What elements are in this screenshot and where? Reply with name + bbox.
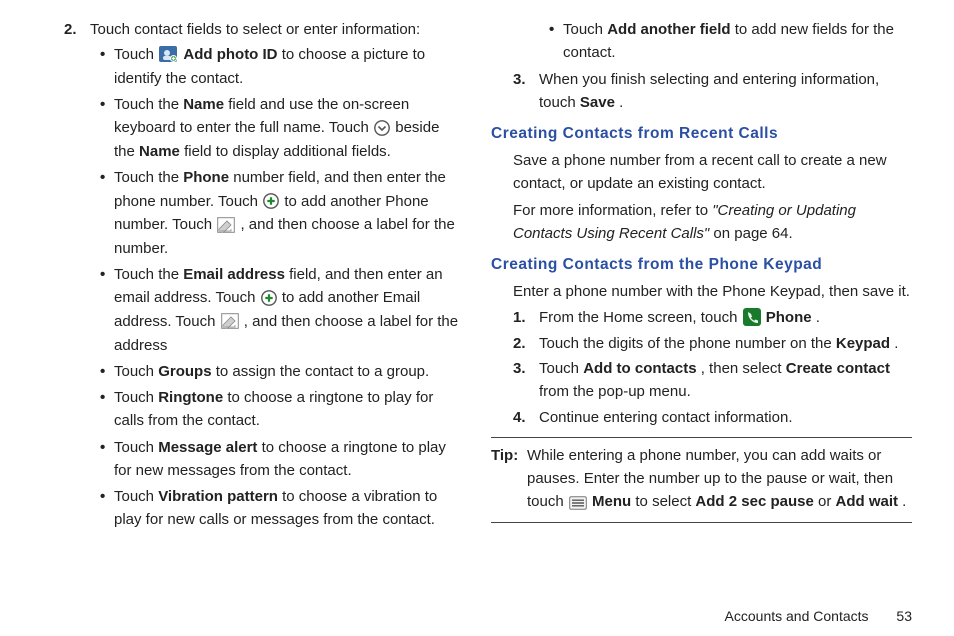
para-keypad-intro: Enter a phone number with the Phone Keyp… <box>491 280 912 303</box>
footer-section: Accounts and Contacts <box>725 608 869 624</box>
heading-phone-keypad: Creating Contacts from the Phone Keypad <box>491 253 912 277</box>
tip-separator-bottom <box>491 522 912 523</box>
footer-page-number: 53 <box>896 606 912 628</box>
left-column: 2. Touch contact fields to select or ent… <box>42 18 477 630</box>
tip-block: Tip: While entering a phone number, you … <box>491 444 912 514</box>
bullet-ringtone: • Touch Ringtone to choose a ringtone to… <box>42 386 463 433</box>
phone-icon <box>743 307 761 330</box>
bullet-email: • Touch the Email address field, and the… <box>42 263 463 357</box>
bullet-add-photo: • Touch Add photo ID to choose a picture… <box>42 43 463 90</box>
heading-recent-calls: Creating Contacts from Recent Calls <box>491 122 912 146</box>
keypad-step-1: 1. From the Home screen, touch Phone . <box>491 306 912 330</box>
step-number: 3. <box>513 68 539 115</box>
plus-icon <box>263 190 279 213</box>
bullet-groups: • Touch Groups to assign the contact to … <box>42 360 463 383</box>
bullet-add-another-field: • Touch Add another field to add new fie… <box>491 18 912 65</box>
para-recent-calls-2: For more information, refer to "Creating… <box>491 199 912 246</box>
manual-page: 2. Touch contact fields to select or ent… <box>0 0 954 636</box>
bullet-vibration: • Touch Vibration pattern to choose a vi… <box>42 485 463 532</box>
bullet-message-alert: • Touch Message alert to choose a ringto… <box>42 436 463 483</box>
step-text: Touch contact fields to select or enter … <box>90 18 463 41</box>
para-recent-calls-1: Save a phone number from a recent call t… <box>491 149 912 196</box>
tip-label: Tip: <box>491 444 527 514</box>
chevron-down-icon <box>374 117 390 140</box>
keypad-step-4: 4. Continue entering contact information… <box>491 406 912 429</box>
step-2: 2. Touch contact fields to select or ent… <box>42 18 463 41</box>
bullet-phone: • Touch the Phone number field, and then… <box>42 166 463 260</box>
label-icon <box>217 214 235 237</box>
photo-id-icon <box>159 44 178 67</box>
page-footer: Accounts and Contacts 53 <box>725 606 912 628</box>
label-icon <box>221 310 239 333</box>
right-column: • Touch Add another field to add new fie… <box>477 18 912 630</box>
tip-separator-top <box>491 437 912 438</box>
step-number: 2. <box>64 18 90 41</box>
menu-icon <box>569 491 587 514</box>
keypad-step-2: 2. Touch the digits of the phone number … <box>491 332 912 355</box>
bullet-name: • Touch the Name field and use the on-sc… <box>42 93 463 163</box>
plus-icon <box>261 287 277 310</box>
keypad-step-3: 3. Touch Add to contacts , then select C… <box>491 357 912 404</box>
step-3: 3. When you finish selecting and enterin… <box>491 68 912 115</box>
